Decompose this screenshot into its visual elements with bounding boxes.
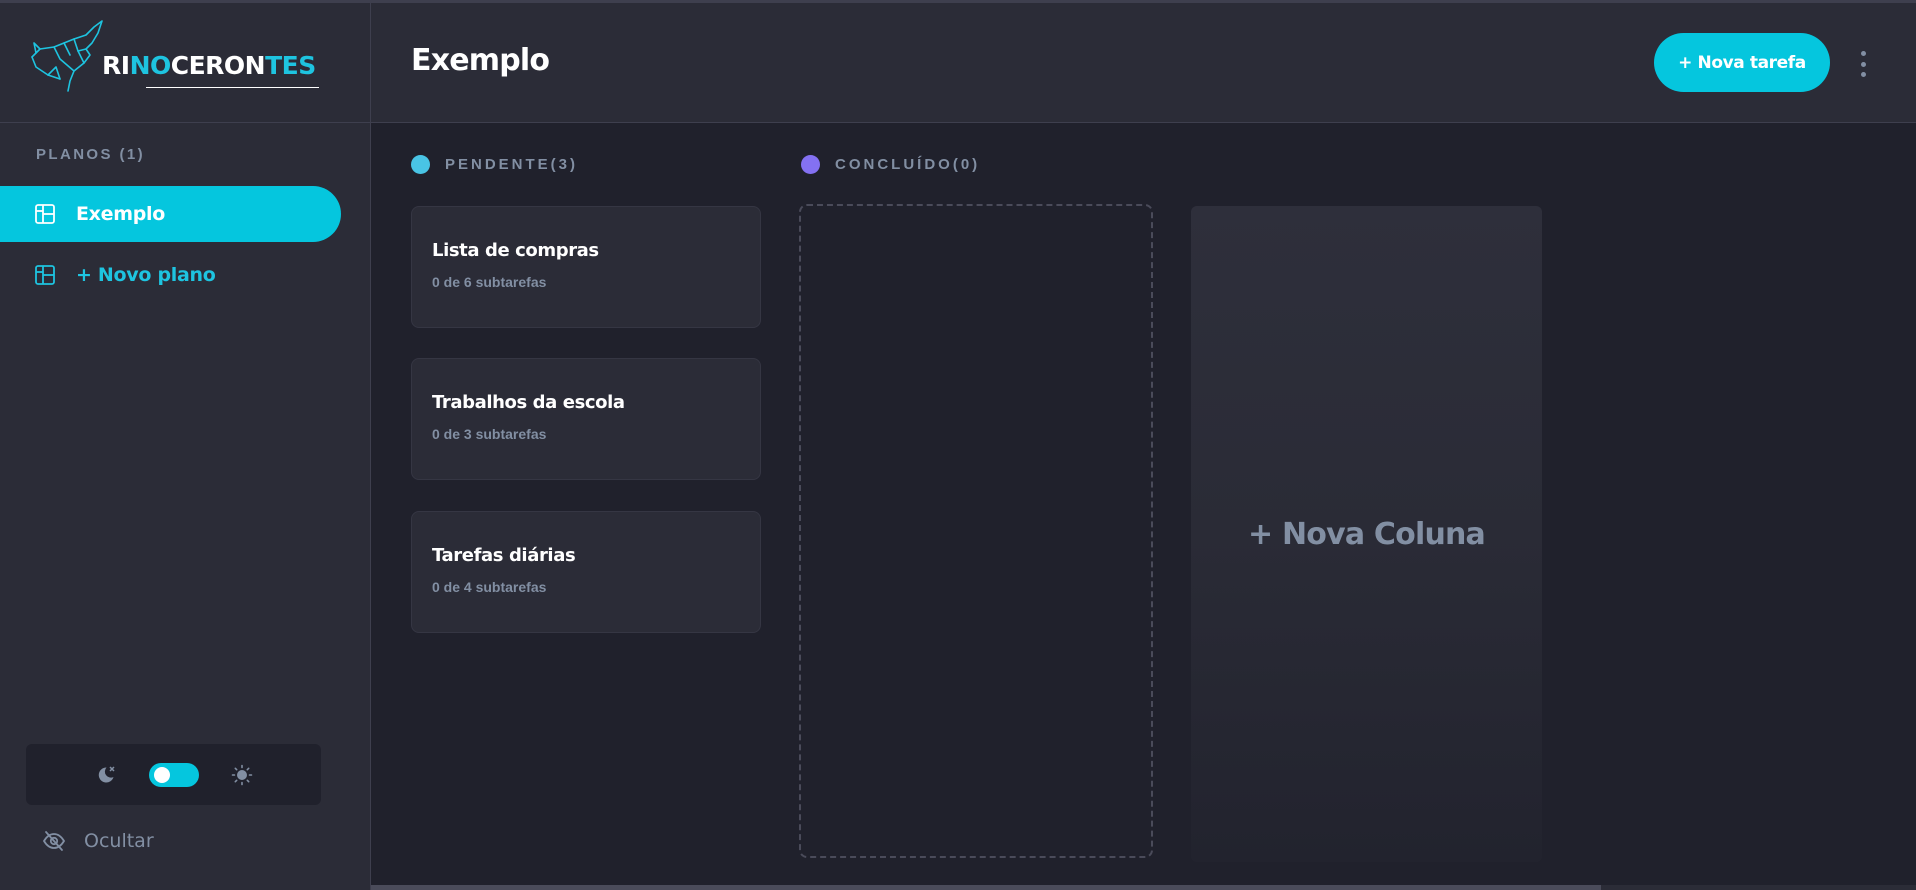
brand-part: CERON (170, 51, 266, 80)
task-subtasks: 0 de 3 subtarefas (432, 426, 547, 442)
column-title: PENDENTE(3) (445, 156, 579, 173)
sidebar-item-exemplo[interactable]: Exemplo (0, 186, 341, 242)
header: Exemplo + Nova tarefa (371, 3, 1916, 123)
board-icon (34, 264, 56, 286)
sidebar-item-label: Exemplo (76, 203, 165, 225)
task-title: Lista de compras (432, 240, 599, 261)
brand-part: RI (102, 51, 130, 80)
task-title: Tarefas diárias (432, 545, 576, 566)
create-board-button[interactable]: + Novo plano (0, 247, 341, 303)
hide-sidebar-label: Ocultar (84, 830, 154, 852)
column-status-dot (801, 155, 820, 174)
ellipsis-dot (1860, 72, 1866, 77)
vertical-ellipsis-icon[interactable] (1851, 48, 1875, 80)
boards-heading: PLANOS (1) (36, 146, 146, 163)
sidebar: RINOCERONTES PLANOS (1) Exemplo + Novo p… (0, 3, 371, 890)
column-status-dot (411, 155, 430, 174)
task-subtasks: 0 de 6 subtarefas (432, 274, 547, 290)
logo-area: RINOCERONTES (0, 3, 370, 123)
task-card[interactable]: Tarefas diárias 0 de 4 subtarefas (411, 511, 761, 633)
toggle-knob (153, 766, 170, 783)
empty-column-dropzone[interactable] (799, 204, 1153, 858)
create-board-label: + Novo plano (76, 264, 216, 286)
task-card[interactable]: Trabalhos da escola 0 de 3 subtarefas (411, 358, 761, 480)
task-card[interactable]: Lista de compras 0 de 6 subtarefas (411, 206, 761, 328)
kanban-app: RINOCERONTES PLANOS (1) Exemplo + Novo p… (0, 0, 1916, 890)
brand-part: TES (265, 51, 316, 80)
theme-toggle[interactable] (148, 762, 199, 787)
column-header-pendente: PENDENTE(3) (411, 155, 578, 174)
task-title: Trabalhos da escola (432, 392, 625, 413)
page-title: Exemplo (411, 43, 550, 78)
eye-slash-icon (42, 829, 66, 853)
new-column-label: + Nova Coluna (1247, 516, 1486, 552)
theme-switcher (26, 744, 321, 805)
logo-underline (146, 87, 319, 88)
add-task-button[interactable]: + Nova tarefa (1654, 33, 1830, 92)
hide-sidebar-button[interactable]: Ocultar (42, 826, 154, 856)
board-icon (34, 203, 56, 225)
brand-wordmark: RINOCERONTES (102, 51, 316, 81)
new-column-button[interactable]: + Nova Coluna (1191, 206, 1542, 862)
column-header-concluido: CONCLUÍDO(0) (801, 155, 980, 174)
ellipsis-dot (1860, 51, 1866, 56)
ellipsis-dot (1860, 61, 1866, 67)
column-title: CONCLUÍDO(0) (835, 156, 981, 173)
scrollbar-thumb[interactable] (371, 885, 1601, 890)
sun-icon (231, 764, 253, 786)
rhino-logo-icon (31, 20, 103, 92)
task-subtasks: 0 de 4 subtarefas (432, 579, 547, 595)
brand-part: NO (129, 51, 172, 80)
moon-icon (95, 764, 117, 786)
